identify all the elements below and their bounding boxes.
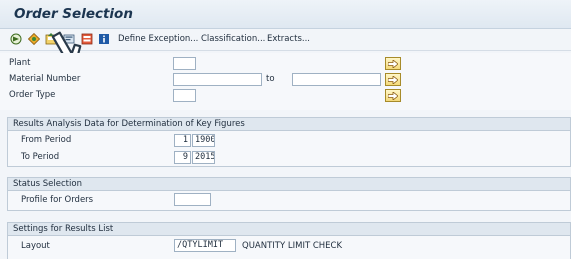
settings-results-list-group: Settings for Results List Layout /QTYLIM… — [7, 222, 571, 259]
page-title: Order Selection — [14, 6, 133, 22]
material-number-label: Material Number — [9, 74, 81, 84]
plant-label: Plant — [9, 58, 31, 68]
from-period-label: From Period — [21, 135, 72, 145]
layout-input[interactable]: /QTYLIMIT — [174, 239, 236, 252]
arrow-right-icon — [388, 75, 398, 84]
profile-for-orders-label: Profile for Orders — [21, 195, 94, 205]
layout-label: Layout — [21, 241, 50, 251]
info-icon[interactable] — [98, 33, 110, 45]
order-type-input[interactable] — [173, 89, 196, 102]
from-period-input[interactable]: 1 — [174, 134, 191, 147]
from-year-input[interactable]: 1900 — [192, 134, 215, 147]
order-type-multiple-selection-button[interactable] — [385, 89, 401, 102]
to-label: to — [266, 74, 275, 84]
plant-multiple-selection-button[interactable] — [385, 57, 401, 70]
arrow-right-icon — [388, 59, 398, 68]
status-selection-title: Status Selection — [8, 178, 570, 191]
profile-for-orders-input[interactable] — [174, 193, 211, 206]
material-multiple-selection-button[interactable] — [385, 73, 401, 86]
title-bar: Order Selection — [0, 0, 571, 29]
define-exception-button[interactable]: Define Exception... — [118, 34, 198, 44]
selection-criteria: Plant Material Number to Order Type — [0, 53, 571, 110]
extracts-button[interactable]: Extracts... — [267, 34, 310, 44]
to-period-input[interactable]: 9 — [174, 151, 191, 164]
to-period-label: To Period — [21, 152, 60, 162]
status-selection-group: Status Selection Profile for Orders — [7, 177, 571, 211]
to-year-input[interactable]: 2015 — [192, 151, 215, 164]
classification-button[interactable]: Classification... — [201, 34, 265, 44]
material-to-input[interactable] — [292, 73, 381, 86]
material-from-input[interactable] — [173, 73, 262, 86]
settings-results-list-title: Settings for Results List — [8, 223, 570, 236]
results-analysis-title: Results Analysis Data for Determination … — [8, 118, 570, 131]
execute-icon[interactable] — [10, 33, 22, 45]
results-analysis-group: Results Analysis Data for Determination … — [7, 117, 571, 167]
plant-input[interactable] — [173, 57, 196, 70]
arrow-right-icon — [388, 91, 398, 100]
layout-description: QUANTITY LIMIT CHECK — [242, 241, 343, 251]
get-variant-icon[interactable] — [28, 33, 40, 45]
order-type-label: Order Type — [9, 90, 56, 100]
